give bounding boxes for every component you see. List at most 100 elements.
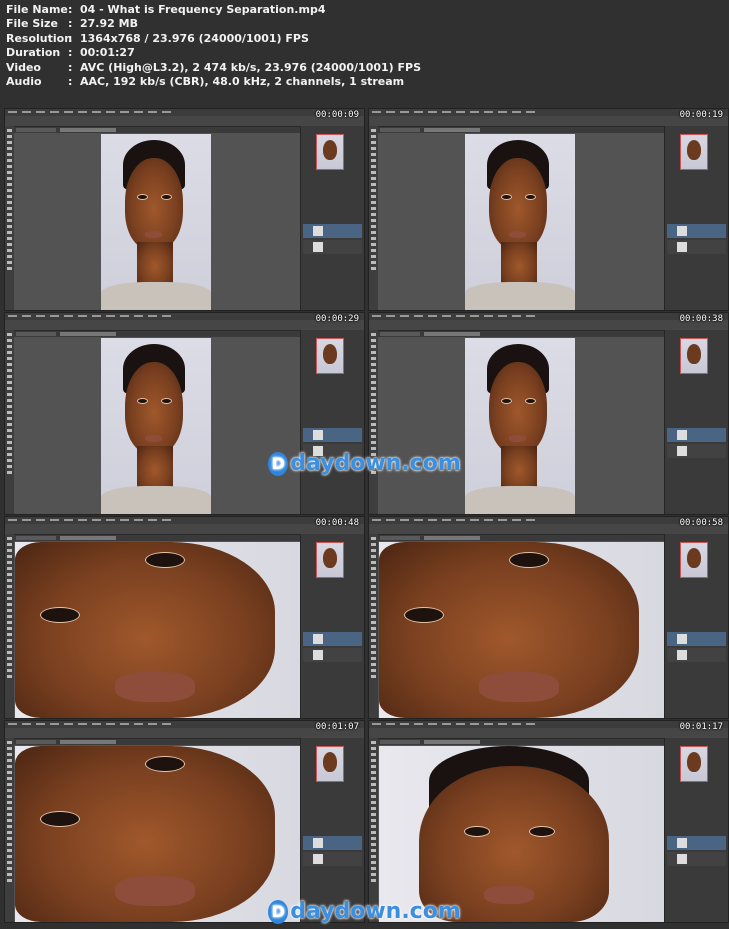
menu-item <box>64 519 73 521</box>
document-canvas <box>465 338 575 514</box>
document-tab <box>380 128 420 132</box>
menu-item <box>106 111 115 113</box>
tool-icon <box>371 381 376 384</box>
portrait-eye <box>145 552 185 568</box>
navigator-face <box>323 548 337 568</box>
tool-icon <box>371 189 376 192</box>
menu-item <box>78 315 87 317</box>
layer-row-background <box>303 648 362 662</box>
tool-icon <box>7 771 12 774</box>
menu-bar <box>369 517 728 524</box>
layer-thumbnail <box>677 854 687 864</box>
menu-item <box>372 111 381 113</box>
tool-icon <box>7 549 12 552</box>
tool-icon <box>371 393 376 396</box>
menu-item <box>526 111 535 113</box>
tool-icon <box>371 873 376 876</box>
tool-icon <box>7 573 12 576</box>
menu-item <box>92 519 101 521</box>
navigator-face <box>323 752 337 772</box>
info-row: Duration:00:01:27 <box>6 46 135 60</box>
menu-item <box>50 723 59 725</box>
menu-item <box>148 723 157 725</box>
tool-icon <box>7 369 12 372</box>
portrait-eye <box>137 194 148 200</box>
tool-icon <box>371 585 376 588</box>
tool-icon <box>7 333 12 336</box>
tool-icon <box>371 213 376 216</box>
tool-icon <box>7 429 12 432</box>
tools-panel <box>369 534 378 718</box>
tool-icon <box>7 141 12 144</box>
tool-icon <box>7 777 12 780</box>
document-tab <box>16 332 56 336</box>
document-tab <box>424 536 480 540</box>
portrait-shirt <box>465 282 575 310</box>
tool-icon <box>371 579 376 582</box>
menu-item <box>470 723 479 725</box>
tool-icon <box>371 375 376 378</box>
tool-icon <box>7 393 12 396</box>
tool-icon <box>7 171 12 174</box>
tool-icon <box>7 783 12 786</box>
menu-item <box>470 111 479 113</box>
tool-icon <box>7 405 12 408</box>
portrait-eye <box>464 826 490 837</box>
document-tab <box>60 740 116 744</box>
right-panels <box>300 738 364 922</box>
tool-icon <box>7 261 12 264</box>
menu-item <box>162 519 171 521</box>
tool-icon <box>371 561 376 564</box>
menu-item <box>148 111 157 113</box>
tool-icon <box>7 201 12 204</box>
tool-icon <box>371 207 376 210</box>
layer-thumbnail <box>313 854 323 864</box>
menu-item <box>526 315 535 317</box>
menu-item <box>106 519 115 521</box>
info-row: File Size:27.92 MB <box>6 17 138 31</box>
menu-item <box>106 723 115 725</box>
menu-item <box>498 315 507 317</box>
tool-icon <box>371 777 376 780</box>
tool-icon <box>7 435 12 438</box>
tool-icon <box>371 795 376 798</box>
document-tabs <box>378 127 665 133</box>
tool-icon <box>371 249 376 252</box>
portrait-shirt <box>101 486 211 514</box>
tool-icon <box>7 651 12 654</box>
tool-icon <box>7 543 12 546</box>
tool-icon <box>371 147 376 150</box>
video-frame-thumbnail: 00:00:09 <box>4 108 365 311</box>
tool-icon <box>371 441 376 444</box>
tools-panel <box>5 126 14 310</box>
menu-item <box>22 111 31 113</box>
menu-item <box>50 519 59 521</box>
tool-icon <box>7 633 12 636</box>
tool-icon <box>7 615 12 618</box>
tool-icon <box>7 537 12 540</box>
video-frame-thumbnail: 00:00:58 <box>368 516 729 719</box>
video-frame-thumbnail: 00:00:19 <box>368 108 729 311</box>
navigator-preview <box>680 134 708 170</box>
menu-item <box>484 111 493 113</box>
document-tab <box>16 128 56 132</box>
right-panels <box>300 534 364 718</box>
right-panels <box>664 534 728 718</box>
tool-icon <box>7 591 12 594</box>
navigator-face <box>323 140 337 160</box>
tool-icon <box>7 147 12 150</box>
menu-item <box>386 723 395 725</box>
tool-icon <box>7 255 12 258</box>
tool-icon <box>371 387 376 390</box>
tool-icon <box>7 345 12 348</box>
frame-timestamp: 00:01:07 <box>315 722 359 732</box>
menu-item <box>22 723 31 725</box>
document-tab <box>380 332 420 336</box>
tool-icon <box>371 339 376 342</box>
portrait-eye <box>525 194 536 200</box>
tool-icon <box>7 267 12 270</box>
menu-item <box>162 315 171 317</box>
tool-icon <box>371 165 376 168</box>
portrait-eye <box>145 756 185 772</box>
tool-icon <box>371 411 376 414</box>
